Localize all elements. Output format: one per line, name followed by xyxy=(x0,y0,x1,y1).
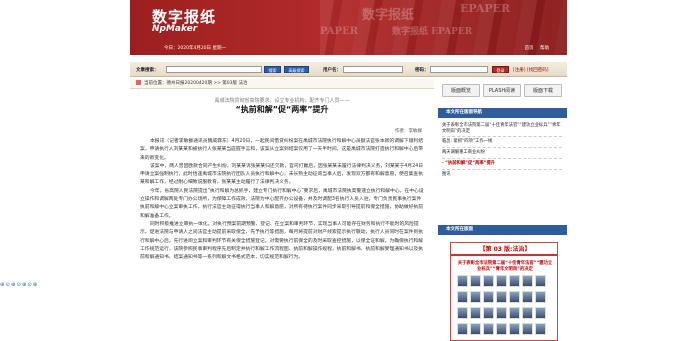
nav-item-article[interactable]: 关于表彰全市法院第二届“十佳青年法官”“建功立业标兵”“青年文明岗”的决定 xyxy=(442,123,562,134)
breadcrumb-text[interactable]: 当前位置：德州日报20200420期 >> 第03版 法治 xyxy=(144,81,247,86)
article-subtitle: 禹城法院贯彻省高院要求，设立专业机构，配齐专门人员—— xyxy=(214,98,350,104)
article-search-input[interactable] xyxy=(166,65,262,73)
nav-item-current-article[interactable]: · “执前和解”促“两率”提升 xyxy=(442,161,562,167)
article-paragraph: 同时积极推进立审执一体化，对执行预案前期预警、登记、在立案和审判环节，实现当事人… xyxy=(140,221,424,261)
article-paragraph: 该案中，两人曾因欧款合同产生纠纷，刘某某诉张某某归还欠款，官司打赢后，因张某某未… xyxy=(140,163,424,186)
portrait-photo xyxy=(457,307,468,319)
username-input[interactable] xyxy=(343,65,403,73)
divider xyxy=(442,136,562,137)
portrait-photo xyxy=(457,275,468,287)
portrait-photo xyxy=(509,307,520,319)
portrait-photo xyxy=(457,323,468,335)
portrait-photo xyxy=(483,291,494,303)
search-bar: 文章搜索： 搜索 高级搜索 用户名： 密码： 登录 [注册] [找回密码] xyxy=(130,62,567,77)
page-thumbnail[interactable]: 【第 03 版:法治】 关于表彰全市法院第二届“十佳青年法官”“建功立业标兵”“… xyxy=(450,242,558,341)
portrait-photo xyxy=(470,307,481,319)
portrait-photo xyxy=(470,323,481,335)
password-input[interactable] xyxy=(430,65,488,73)
password-label: 密码： xyxy=(415,68,429,73)
article: 禹城法院贯彻省高院要求，设立专业机构，配齐专门人员—— “执前和解”促“两率”提… xyxy=(130,90,434,341)
portrait-photo xyxy=(522,323,533,335)
advanced-search-button[interactable]: 高级搜索 xyxy=(284,65,309,73)
divider xyxy=(442,158,562,159)
page-download-button[interactable]: 版面下载 xyxy=(524,84,562,97)
portrait-photo xyxy=(496,323,507,335)
logo-subtitle: NpMaker xyxy=(152,24,198,34)
article-byline: 作者：李敏群 xyxy=(395,129,422,134)
portrait-photo xyxy=(483,307,494,319)
ghost-text: EPAPER xyxy=(460,2,511,15)
divider xyxy=(442,169,562,170)
thumbnail-banner: 关于表彰全市法院第二届“十佳青年法官”“建功立业标兵”“青年文明岗”的决定 xyxy=(457,261,553,272)
site-header: 数字报纸 EPAPER PAPER 数字报纸 EPAPER 数字报纸 NpMak… xyxy=(130,0,567,55)
home-link[interactable]: 首页 xyxy=(525,46,534,51)
thumbnail-page-heading: 【第 03 版:法治】 xyxy=(451,243,557,256)
register-link[interactable]: [注册] [找回密码] xyxy=(513,67,548,73)
page-overview-button[interactable]: 版面概览 xyxy=(442,84,480,97)
help-link[interactable]: 帮助 xyxy=(540,46,549,51)
portrait-photo xyxy=(496,307,507,319)
nav-item-article[interactable]: 图讯 xyxy=(442,172,562,178)
portrait-photo xyxy=(522,291,533,303)
thumbnail-photo-grid xyxy=(455,275,555,340)
portrait-photo xyxy=(509,275,520,287)
ghost-text: 数字报纸 EPAPER xyxy=(392,27,473,37)
nav-item-article[interactable]: 两天调解重工商业纠纷 xyxy=(442,150,562,156)
article-search-label: 文章搜索： xyxy=(136,68,159,73)
search-button[interactable]: 搜索 xyxy=(264,65,281,73)
portrait-photo xyxy=(509,323,520,335)
portrait-photo xyxy=(483,275,494,287)
portrait-photo xyxy=(496,291,507,303)
portrait-photo xyxy=(470,291,481,303)
divider xyxy=(442,147,562,148)
username-label: 用户名： xyxy=(323,68,341,73)
article-body: 本报讯（记者李敏群通讯员魏威霖东）4月20日，一起民间借贷纠纷案在禹城市法院执行… xyxy=(140,138,426,262)
portrait-photo xyxy=(535,307,546,319)
left-toolbar-icons[interactable]: ⊕⊙⊕⊙⊕⊙⊕ xyxy=(0,282,38,289)
ghost-text: 数字报纸 xyxy=(362,8,415,23)
page-panel-header: 本文所在版面 xyxy=(438,225,567,235)
nav-item-article[interactable]: 临邑: 紧抓“四项”工作一线 xyxy=(442,139,562,145)
portrait-photo xyxy=(522,307,533,319)
article-paragraph: 本报讯（记者李敏群通讯员魏威霖东）4月20日，一起民间借贷纠纷案在禹城市法院执行… xyxy=(140,139,424,161)
portrait-photo xyxy=(535,323,546,335)
portrait-photo xyxy=(522,275,533,287)
portrait-photo xyxy=(535,291,546,303)
page-container: 数字报纸 EPAPER PAPER 数字报纸 EPAPER 数字报纸 NpMak… xyxy=(130,0,567,341)
breadcrumb: 当前位置：德州日报20200420期 >> 第03版 法治 xyxy=(130,79,434,89)
home-icon xyxy=(136,80,141,85)
flash-read-button[interactable]: PLASH阅读 xyxy=(483,84,521,97)
portrait-photo xyxy=(483,323,494,335)
ghost-text: PAPER xyxy=(320,26,359,37)
header-date: 今日：2020年4月20日 星期一 xyxy=(164,46,226,51)
login-button[interactable]: 登录 xyxy=(492,65,509,73)
sidebar: 版面概览 PLASH阅读 版面下载 本文所在版面导航 关于表彰全市法院第二届“十… xyxy=(438,79,567,341)
nav-panel-header: 本文所在版面导航 xyxy=(438,108,567,118)
article-title: “执前和解”促“两率”提升 xyxy=(235,105,329,114)
portrait-photo xyxy=(496,275,507,287)
portrait-photo xyxy=(457,291,468,303)
portrait-photo xyxy=(470,275,481,287)
article-paragraph: 今年，省高院人民法院提出“执行和解为总抓手，建立专门执行和解中心”要求后，禹城市… xyxy=(140,188,424,219)
portrait-photo xyxy=(509,291,520,303)
portrait-photo xyxy=(535,275,546,287)
header-links: 首页 帮助 xyxy=(520,45,549,51)
